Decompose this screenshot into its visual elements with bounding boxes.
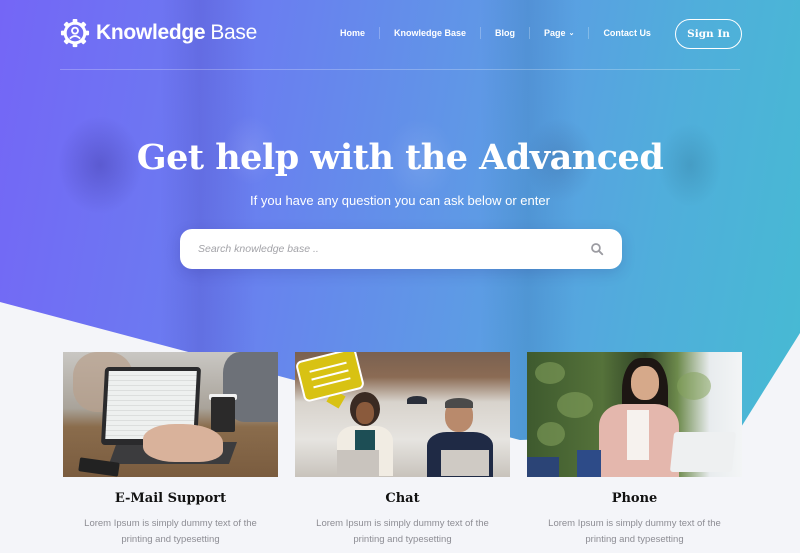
brand-name: Knowledge Base bbox=[96, 21, 257, 45]
nav-item-knowledge-base[interactable]: Knowledge Base bbox=[394, 28, 466, 38]
card-description: Lorem Ipsum is simply dummy text of the … bbox=[548, 518, 721, 545]
nav-item-blog[interactable]: Blog bbox=[495, 28, 515, 38]
card-title: E-Mail Support bbox=[114, 491, 227, 506]
card-chat[interactable]: Chat Lorem Ipsum is simply dummy text of… bbox=[295, 352, 510, 548]
card-title: Phone bbox=[611, 491, 658, 506]
hero-title: Get help with the Advanced bbox=[136, 137, 664, 178]
card-description: Lorem Ipsum is simply dummy text of the … bbox=[316, 518, 489, 545]
brand-logo[interactable]: Knowledge Base bbox=[60, 18, 257, 48]
card-phone[interactable]: Phone Lorem Ipsum is simply dummy text o… bbox=[527, 352, 742, 548]
search-icon[interactable] bbox=[590, 242, 604, 256]
nav-separator bbox=[588, 27, 590, 39]
nav-item-home[interactable]: Home bbox=[340, 28, 365, 38]
chevron-down-icon: ⌄ bbox=[568, 30, 575, 37]
header-divider bbox=[60, 69, 740, 70]
support-cards: E-Mail Support Lorem Ipsum is simply dum… bbox=[63, 352, 742, 548]
brand-name-light: Base bbox=[210, 21, 257, 44]
card-email-support[interactable]: E-Mail Support Lorem Ipsum is simply dum… bbox=[63, 352, 278, 548]
nav-item-page-label: Page bbox=[544, 28, 566, 38]
nav-item-contact-us[interactable]: Contact Us bbox=[603, 28, 651, 38]
search-input[interactable] bbox=[198, 243, 590, 255]
nav-separator bbox=[379, 27, 381, 39]
card-title: Chat bbox=[385, 491, 420, 506]
sign-in-button[interactable]: Sign In bbox=[675, 19, 742, 49]
card-image-phone bbox=[527, 352, 742, 477]
search-bar bbox=[180, 229, 622, 269]
nav-separator bbox=[480, 27, 482, 39]
gear-user-icon bbox=[60, 18, 90, 48]
nav-separator bbox=[529, 27, 531, 39]
card-description: Lorem Ipsum is simply dummy text of the … bbox=[84, 518, 257, 545]
main-nav: Home Knowledge Base Blog Page ⌄ Contact … bbox=[340, 27, 651, 39]
nav-item-page[interactable]: Page ⌄ bbox=[544, 28, 574, 38]
hero-subtitle: If you have any question you can ask bel… bbox=[250, 193, 550, 208]
card-image-chat bbox=[295, 352, 510, 477]
card-image-email bbox=[63, 352, 278, 477]
brand-name-bold: Knowledge bbox=[96, 21, 206, 44]
